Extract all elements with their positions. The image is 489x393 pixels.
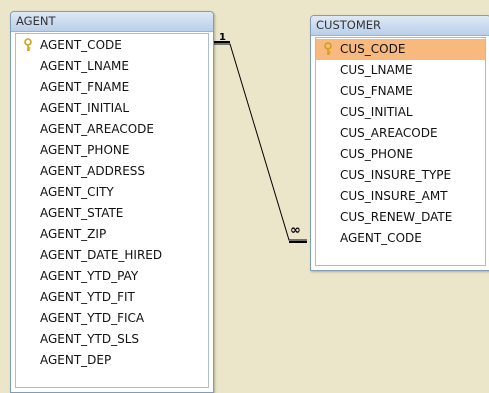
customer-field-row[interactable]: CUS_INSURE_AMT — [316, 186, 485, 207]
agent-field-name: AGENT_DATE_HIRED — [40, 248, 163, 262]
customer-field-name: CUS_LNAME — [340, 63, 413, 77]
agent-field-row[interactable]: AGENT_AREACODE — [16, 119, 208, 140]
agent-field-row[interactable]: AGENT_ZIP — [16, 224, 208, 245]
agent-field-name: AGENT_LNAME — [40, 59, 129, 73]
agent-field-name: AGENT_PHONE — [40, 143, 130, 157]
agent-field-name: AGENT_CODE — [40, 38, 122, 52]
customer-field-name: CUS_AREACODE — [340, 126, 438, 140]
agent-field-name: AGENT_AREACODE — [40, 122, 154, 136]
customer-field-name: AGENT_CODE — [340, 231, 422, 245]
key-icon — [24, 38, 32, 51]
customer-field-name: CUS_PHONE — [340, 147, 414, 161]
agent-field-name: AGENT_YTD_SLS — [40, 332, 140, 346]
customer-field-row[interactable]: CUS_LNAME — [316, 60, 485, 81]
agent-field-name: AGENT_YTD_FIT — [40, 290, 135, 304]
agent-field-row[interactable]: AGENT_YTD_PAY — [16, 266, 208, 287]
agent-field-row[interactable]: AGENT_INITIAL — [16, 98, 208, 119]
agent-field-row[interactable]: AGENT_DEP — [16, 350, 208, 371]
customer-field-row[interactable]: CUS_INITIAL — [316, 102, 485, 123]
customer-field-row[interactable]: CUS_AREACODE — [316, 123, 485, 144]
agent-field-row[interactable]: AGENT_YTD_SLS — [16, 329, 208, 350]
customer-field-name: CUS_INITIAL — [340, 105, 413, 119]
customer-field-row[interactable]: CUS_FNAME — [316, 81, 485, 102]
key-icon — [324, 42, 332, 55]
relationships-canvas: 1 ∞ AGENT AGENT_CODE AGENT_LNAME AGENT_FNA… — [0, 0, 489, 393]
customer-table[interactable]: CUSTOMER CUS_CODE CUS_LNAME CUS_FNAME CUS_I… — [310, 15, 489, 271]
agent-field-row[interactable]: AGENT_DATE_HIRED — [16, 245, 208, 266]
agent-field-name: AGENT_YTD_FICA — [40, 311, 145, 325]
customer-field-name: CUS_RENEW_DATE — [340, 210, 453, 224]
customer-table-title[interactable]: CUSTOMER — [311, 16, 489, 36]
agent-field-row[interactable]: AGENT_CODE — [16, 35, 208, 56]
agent-field-name: AGENT_DEP — [40, 353, 112, 367]
agent-field-row[interactable]: AGENT_LNAME — [16, 56, 208, 77]
agent-field-row[interactable]: AGENT_YTD_FICA — [16, 308, 208, 329]
agent-field-name: AGENT_ZIP — [40, 227, 107, 241]
cardinality-one-label: 1 — [219, 32, 226, 43]
agent-field-row[interactable]: AGENT_FNAME — [16, 77, 208, 98]
agent-field-list: AGENT_CODE AGENT_LNAME AGENT_FNAME AGENT_IN… — [15, 33, 209, 388]
agent-field-name: AGENT_INITIAL — [40, 101, 130, 115]
agent-field-row[interactable]: AGENT_YTD_FIT — [16, 287, 208, 308]
cardinality-many-label: ∞ — [290, 223, 301, 238]
customer-field-name: CUS_INSURE_TYPE — [340, 168, 452, 182]
agent-table[interactable]: AGENT AGENT_CODE AGENT_LNAME AGENT_FNAME AG… — [10, 11, 214, 393]
agent-field-name: AGENT_CITY — [40, 185, 114, 199]
agent-field-row[interactable]: AGENT_STATE — [16, 203, 208, 224]
customer-field-row[interactable]: CUS_INSURE_TYPE — [316, 165, 485, 186]
agent-table-title[interactable]: AGENT — [11, 12, 213, 32]
agent-field-name: AGENT_ADDRESS — [40, 164, 146, 178]
agent-field-row[interactable]: AGENT_PHONE — [16, 140, 208, 161]
customer-field-name: CUS_FNAME — [340, 84, 413, 98]
customer-field-name: CUS_CODE — [340, 42, 406, 56]
agent-field-row[interactable]: AGENT_ADDRESS — [16, 161, 208, 182]
agent-field-row[interactable]: AGENT_CITY — [16, 182, 208, 203]
customer-field-row[interactable]: CUS_RENEW_DATE — [316, 207, 485, 228]
customer-field-row[interactable]: AGENT_CODE — [316, 228, 485, 249]
customer-field-name: CUS_INSURE_AMT — [340, 189, 448, 203]
agent-field-name: AGENT_FNAME — [40, 80, 130, 94]
customer-field-row[interactable]: CUS_CODE — [316, 39, 485, 60]
agent-field-name: AGENT_STATE — [40, 206, 124, 220]
agent-field-name: AGENT_YTD_PAY — [40, 269, 139, 283]
customer-field-list: CUS_CODE CUS_LNAME CUS_FNAME CUS_INITIAL CUS… — [315, 37, 486, 266]
customer-field-row[interactable]: CUS_PHONE — [316, 144, 485, 165]
